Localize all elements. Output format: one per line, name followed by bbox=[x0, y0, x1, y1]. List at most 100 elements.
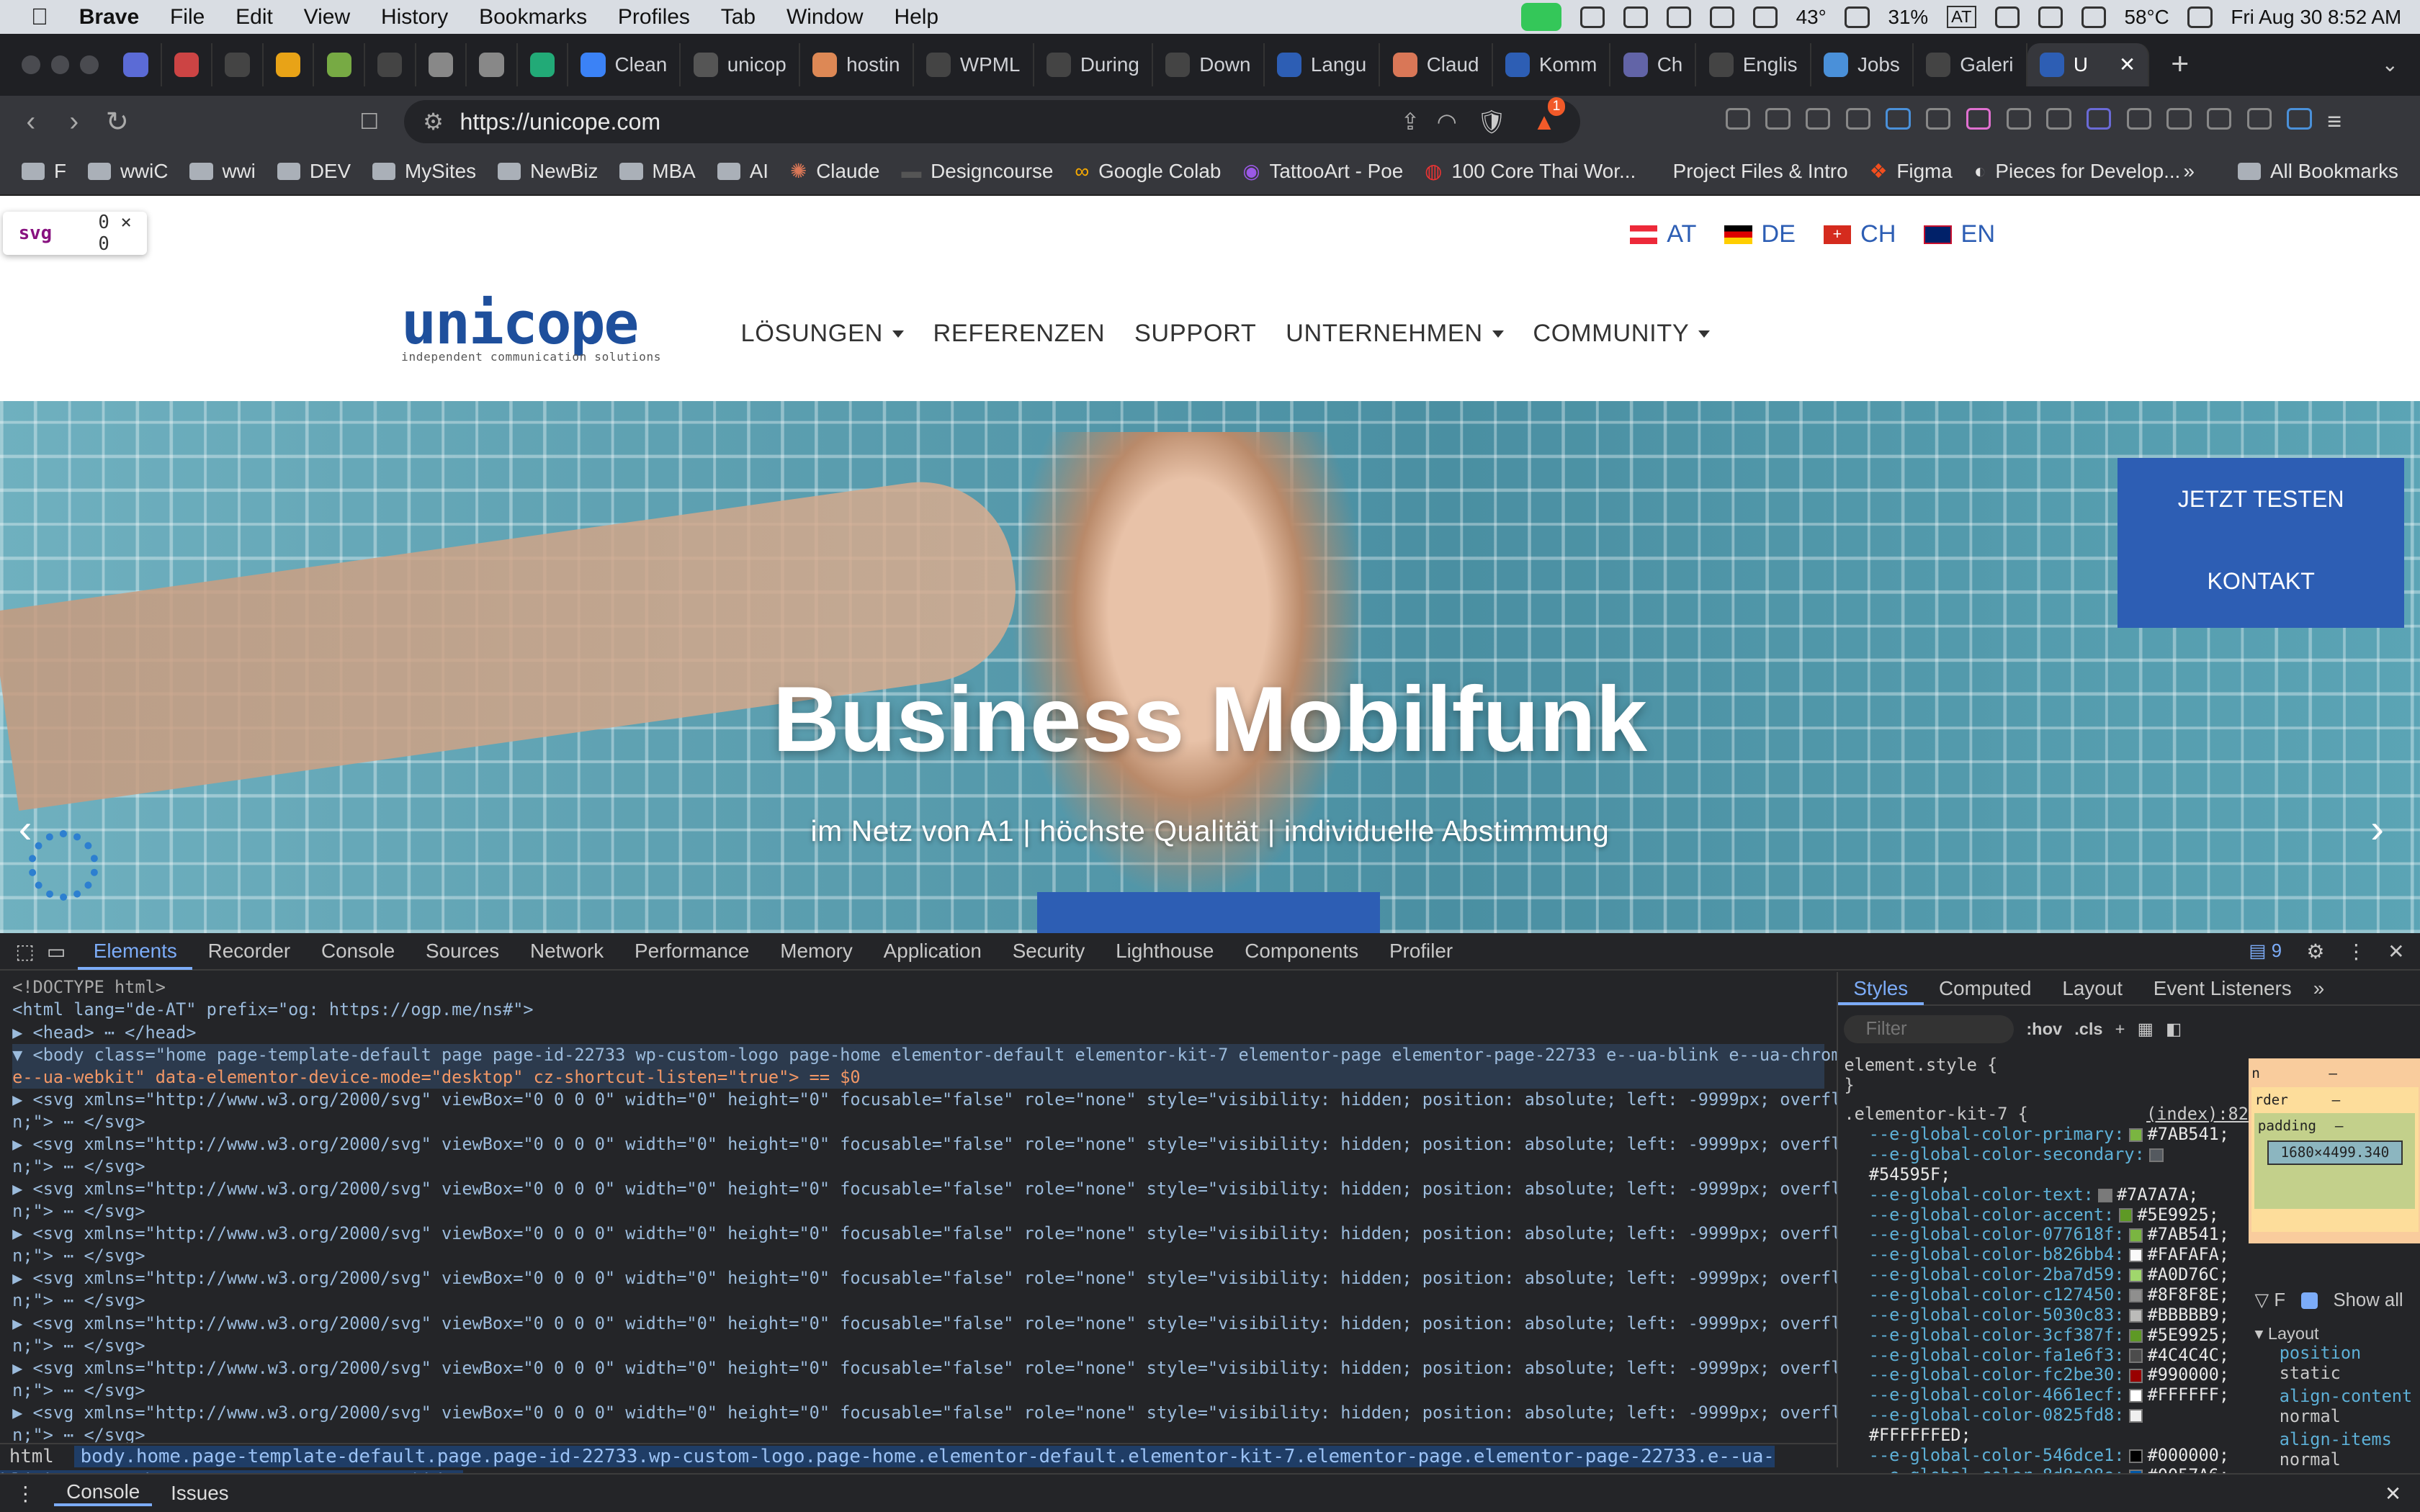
tab-components[interactable]: Components bbox=[1229, 932, 1374, 969]
color-swatch-icon[interactable] bbox=[2128, 1369, 2143, 1383]
color-swatch-icon[interactable] bbox=[2128, 1389, 2143, 1403]
tab-recorder[interactable]: Recorder bbox=[192, 932, 305, 969]
slider-prev-icon[interactable]: ‹ bbox=[19, 806, 32, 852]
bookmark-link[interactable]: ✺ Claude bbox=[790, 159, 879, 183]
dom-node-line[interactable]: ▶ <svg xmlns="http://www.w3.org/2000/svg… bbox=[12, 1357, 1837, 1380]
lang-en[interactable]: EN bbox=[1924, 220, 1995, 248]
bookmark-folder[interactable]: MySites bbox=[372, 160, 476, 183]
pinned-tab[interactable] bbox=[264, 43, 315, 86]
menu-utility-icon[interactable] bbox=[1709, 6, 1734, 28]
computed-prop[interactable]: position static bbox=[2254, 1343, 2420, 1384]
dom-node-line[interactable]: ▼ <body class="home page-template-defaul… bbox=[12, 1043, 1837, 1066]
tab-elements[interactable]: Elements bbox=[78, 932, 193, 970]
menu-edit[interactable]: Edit bbox=[236, 5, 273, 30]
css-property[interactable]: --e-global-color-2ba7d59: #A0D76C; bbox=[1844, 1264, 2248, 1285]
leo-ai-icon[interactable] bbox=[2246, 107, 2272, 130]
address-bar[interactable]: ⚙ https://unicope.com ⇪ ◠ 🛡 ▲ 1 bbox=[404, 96, 1581, 144]
tab-lighthouse[interactable]: Lighthouse bbox=[1101, 932, 1229, 969]
browser-tab[interactable]: hostin bbox=[800, 43, 914, 86]
close-devtools-icon[interactable]: ✕ bbox=[2388, 940, 2404, 963]
bookmark-folder[interactable]: NewBiz bbox=[498, 160, 598, 183]
pinned-tab[interactable] bbox=[111, 43, 162, 86]
crumb-html[interactable]: html bbox=[0, 1446, 63, 1467]
tab-performance[interactable]: Performance bbox=[619, 932, 765, 969]
back-button[interactable]: ‹ bbox=[9, 106, 53, 138]
more-bookmarks-icon[interactable]: » bbox=[2184, 160, 2195, 183]
brave-wallet-icon[interactable] bbox=[2287, 107, 2312, 130]
new-rule-icon[interactable]: + bbox=[2115, 1020, 2125, 1039]
extension-icon[interactable] bbox=[2046, 107, 2071, 130]
facetime-icon[interactable] bbox=[1521, 3, 1562, 31]
bookmark-page-icon[interactable]: ☐ bbox=[359, 109, 379, 135]
dom-node-line[interactable]: n;"> ⋯ </svg> bbox=[12, 1380, 1824, 1402]
tab-console[interactable]: Console bbox=[306, 932, 411, 969]
bookmark-link[interactable]: ▬ Designcourse bbox=[901, 160, 1053, 183]
extension-icon[interactable] bbox=[1845, 107, 1871, 130]
browser-tab[interactable]: During bbox=[1034, 43, 1153, 86]
tab-security[interactable]: Security bbox=[997, 932, 1100, 969]
extension-icon[interactable] bbox=[1966, 107, 1991, 130]
layers-icon[interactable] bbox=[1752, 6, 1778, 28]
dom-node-line[interactable]: ▶ <svg xmlns="http://www.w3.org/2000/svg… bbox=[12, 1402, 1837, 1424]
layout-section-header[interactable]: ▾ Layout bbox=[2254, 1324, 2420, 1344]
dom-node-line[interactable]: ▶ <svg xmlns="http://www.w3.org/2000/svg… bbox=[12, 1133, 1837, 1156]
pinned-tab[interactable] bbox=[518, 43, 569, 86]
color-swatch-icon[interactable] bbox=[2128, 1449, 2143, 1463]
tab-network[interactable]: Network bbox=[515, 932, 619, 969]
css-property[interactable]: --e-global-color-secondary:#54595F; bbox=[1844, 1144, 2248, 1185]
nav-community[interactable]: COMMUNITY bbox=[1533, 320, 1711, 348]
browser-tab[interactable]: Clean bbox=[568, 43, 681, 86]
apple-icon[interactable]:  bbox=[31, 4, 48, 30]
menu-help[interactable]: Help bbox=[894, 5, 938, 30]
browser-tab[interactable]: Jobs bbox=[1811, 43, 1914, 86]
color-swatch-icon[interactable] bbox=[2128, 1128, 2143, 1143]
color-swatch-icon[interactable] bbox=[2128, 1308, 2143, 1323]
rss-icon[interactable]: ◠ bbox=[1437, 100, 1457, 143]
device-toolbar-icon[interactable]: ▭ bbox=[47, 940, 66, 963]
extension-icon[interactable] bbox=[2086, 107, 2112, 130]
more-tabs-icon[interactable]: » bbox=[2313, 977, 2325, 1000]
close-window-button[interactable] bbox=[21, 55, 40, 74]
drawer-tab-issues[interactable]: Issues bbox=[152, 1482, 247, 1505]
dropbox-icon[interactable] bbox=[1579, 6, 1605, 28]
browser-tab[interactable]: Down bbox=[1153, 43, 1265, 86]
slider-next-icon[interactable]: › bbox=[2370, 806, 2384, 852]
share-icon[interactable]: ⇪ bbox=[1400, 100, 1420, 143]
all-bookmarks[interactable]: All Bookmarks bbox=[2237, 160, 2398, 183]
bookmark-folder[interactable]: AI bbox=[717, 160, 768, 183]
css-property[interactable]: --e-global-color-fa1e6f3: #4C4C4C; bbox=[1844, 1345, 2248, 1366]
nav-loesungen[interactable]: LÖSUNGEN bbox=[741, 320, 904, 348]
jetzt-testen-button[interactable]: JETZT TESTEN bbox=[2118, 486, 2405, 513]
download-icon[interactable] bbox=[2166, 107, 2192, 130]
browser-tab[interactable]: Claud bbox=[1380, 43, 1493, 86]
extension-icon[interactable] bbox=[2006, 107, 2031, 130]
dom-node-line[interactable]: ▶ <svg xmlns="http://www.w3.org/2000/svg… bbox=[12, 1178, 1837, 1200]
pinned-tab[interactable] bbox=[416, 43, 467, 86]
dom-node-line[interactable]: n;"> ⋯ </svg> bbox=[12, 1424, 1824, 1443]
css-property[interactable]: --e-global-color-fc2be30: #990000; bbox=[1844, 1364, 2248, 1385]
pinned-tab[interactable] bbox=[162, 43, 213, 86]
css-property[interactable]: --e-global-color-b826bb4: #FAFAFA; bbox=[1844, 1244, 2248, 1265]
browser-tab[interactable]: Langu bbox=[1265, 43, 1381, 86]
tab-search-icon[interactable]: ⌄ bbox=[2382, 53, 2398, 76]
browser-tab[interactable]: Ch bbox=[1610, 43, 1697, 86]
menu-file[interactable]: File bbox=[170, 5, 205, 30]
close-drawer-icon[interactable]: ✕ bbox=[2385, 1482, 2401, 1506]
box-margin[interactable]: n – rder – padding – 1680×4499.340 bbox=[2248, 1058, 2420, 1244]
cloud-icon[interactable] bbox=[1623, 6, 1648, 28]
drawer-tab-console[interactable]: Console bbox=[53, 1480, 153, 1507]
issues-count[interactable]: ▤ 9 bbox=[2249, 940, 2282, 962]
filter-icon[interactable]: ▽ F bbox=[2254, 1290, 2285, 1311]
battery-status[interactable]: 31% bbox=[1888, 6, 1928, 29]
show-all-checkbox[interactable] bbox=[2300, 1292, 2318, 1310]
bookmark-folder[interactable]: MBA bbox=[619, 160, 696, 183]
more-options-icon[interactable]: ⋮ bbox=[2346, 940, 2366, 963]
pinned-tab[interactable] bbox=[212, 43, 264, 86]
computed-prop[interactable]: align-items normal bbox=[2254, 1429, 2420, 1470]
bookmark-link[interactable]: ◍ 100 Core Thai Wor... bbox=[1425, 159, 1636, 183]
control-center-icon[interactable] bbox=[2187, 6, 2213, 28]
zoom-window-button[interactable] bbox=[80, 55, 99, 74]
css-property[interactable]: --e-global-color-5030c83: #BBBBB9; bbox=[1844, 1305, 2248, 1326]
display-icon[interactable] bbox=[1845, 6, 1870, 28]
dom-node-line[interactable]: <!DOCTYPE html> bbox=[12, 976, 1824, 999]
